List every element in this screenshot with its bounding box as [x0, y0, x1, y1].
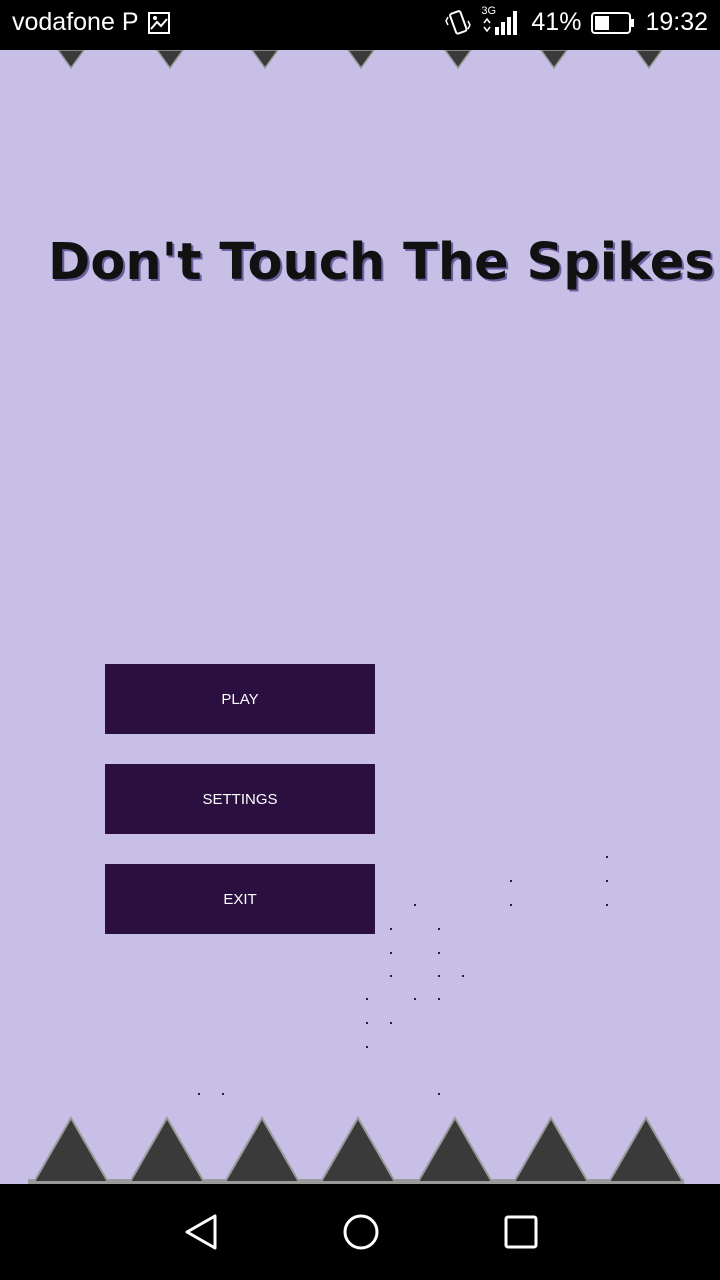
battery-icon [591, 11, 635, 35]
back-icon[interactable] [181, 1212, 221, 1252]
recents-icon[interactable] [501, 1212, 541, 1252]
exit-button[interactable]: EXIT [105, 864, 375, 934]
particle-dots [198, 856, 608, 1095]
game-title: Don't Touch The Spikes [48, 233, 715, 292]
signal-icon: 3G [481, 5, 521, 37]
home-icon[interactable] [341, 1212, 381, 1252]
image-icon [147, 11, 171, 35]
bottom-spikes [28, 1116, 685, 1184]
game-screen: Don't Touch The Spikes PLAY SETTINGS EXI… [0, 50, 720, 1184]
clock: 19:32 [645, 8, 708, 36]
settings-button[interactable]: SETTINGS [105, 764, 375, 834]
navigation-bar [0, 1184, 720, 1280]
top-spikes [57, 50, 663, 70]
battery-percent: 41% [531, 8, 582, 36]
vibrate-icon [445, 9, 472, 37]
play-button[interactable]: PLAY [105, 664, 375, 734]
carrier-name: vodafone P [12, 8, 139, 36]
status-bar: vodafone P 3G 41% 19:32 [0, 0, 720, 50]
